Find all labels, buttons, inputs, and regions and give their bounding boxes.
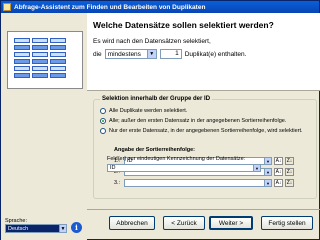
option-all[interactable]: Alle Duplikate werden selektiert.	[100, 108, 187, 114]
sort-row-number: 3.:	[114, 180, 121, 186]
suffix-text: Duplikat(e) enthalten.	[184, 50, 247, 58]
sort-order-label: Angabe der Sortierreihenfolge:	[114, 147, 195, 153]
option-label: Alle Duplikate werden selektiert.	[109, 108, 188, 114]
duplicate-count-row: die mindestens ▼ 1 Duplikat(e) enthalten…	[93, 49, 246, 59]
sort-descending-icon[interactable]: Z↓	[285, 168, 294, 176]
option-first-only[interactable]: Nur der erste Datensatz, in der angegebe…	[100, 128, 303, 134]
chevron-down-icon[interactable]: ▼	[264, 169, 271, 175]
sort-ascending-icon[interactable]: A↓	[274, 157, 283, 165]
chevron-down-icon[interactable]: ▼	[264, 180, 271, 186]
sort-ascending-icon[interactable]: A↓	[274, 168, 283, 176]
preview-column	[32, 38, 48, 82]
title-bar[interactable]: Abfrage-Assistent zum Finden und Bearbei…	[1, 1, 319, 13]
preview-column	[14, 38, 30, 82]
radio-button[interactable]	[100, 108, 106, 114]
sort-descending-icon[interactable]: Z↓	[285, 157, 294, 165]
chevron-down-icon[interactable]: ▼	[146, 50, 156, 58]
option-label: Nur der erste Datensatz, in der angegebe…	[109, 128, 303, 134]
unique-field-label: Feld(er) zur eindeutigen Kennzeichnung d…	[107, 156, 246, 162]
option-label: Alle; außer den ersten Datensatz in der …	[109, 118, 287, 124]
unique-field-select[interactable]: ID ▼	[107, 164, 261, 172]
selection-group-title: Selektion innerhalb der Gruppe der ID	[100, 96, 213, 102]
radio-button[interactable]	[100, 128, 106, 134]
cancel-button[interactable]: Abbrechen	[109, 216, 155, 230]
mode-select[interactable]: mindestens ▼	[104, 49, 157, 59]
main-panel: Welche Datensätze sollen selektiert werd…	[87, 13, 320, 240]
chevron-down-icon[interactable]: ▼	[59, 225, 66, 232]
chevron-down-icon[interactable]: ▼	[264, 158, 271, 164]
sort-field-select[interactable]: ▼	[124, 179, 272, 187]
sort-descending-icon[interactable]: Z↓	[285, 179, 294, 187]
option-all-except-first[interactable]: Alle; außer den ersten Datensatz in der …	[100, 118, 286, 124]
wizard-window: Abfrage-Assistent zum Finden und Bearbei…	[0, 0, 320, 240]
separator	[87, 209, 320, 210]
preview-graphic	[7, 31, 83, 89]
next-button[interactable]: Weiter >	[209, 216, 253, 230]
app-icon	[3, 3, 11, 11]
language-select[interactable]: Deutsch ▼	[5, 224, 67, 233]
header-band: Welche Datensätze sollen selektiert werd…	[87, 13, 320, 91]
unique-field-value: ID	[110, 165, 116, 171]
chevron-down-icon[interactable]: ▼	[253, 165, 260, 171]
radio-button[interactable]	[100, 118, 106, 124]
info-icon[interactable]: i	[71, 222, 82, 233]
page-heading: Welche Datensätze sollen selektiert werd…	[93, 20, 274, 30]
left-panel: Sprache: Deutsch ▼ i	[1, 13, 87, 240]
window-title: Abfrage-Assistent zum Finden und Bearbei…	[14, 3, 206, 11]
finish-button[interactable]: Fertig stellen	[261, 216, 313, 230]
page-subtext: Es wird nach den Datensätzen selektiert,	[93, 38, 211, 45]
sort-order-box: Angabe der Sortierreihenfolge: 1.: ID ▼ …	[114, 147, 310, 197]
selection-group: Selektion innerhalb der Gruppe der ID Al…	[93, 96, 317, 199]
mode-value: mindestens	[107, 50, 141, 58]
count-input[interactable]: 1	[159, 49, 182, 59]
prefix-text: die	[93, 50, 102, 58]
sort-ascending-icon[interactable]: A↓	[274, 179, 283, 187]
sort-row: 3.: ▼ A↓ Z↓	[114, 179, 294, 187]
language-value: Deutsch	[8, 225, 29, 232]
back-button[interactable]: < Zurück	[163, 216, 205, 230]
preview-column	[50, 38, 66, 82]
